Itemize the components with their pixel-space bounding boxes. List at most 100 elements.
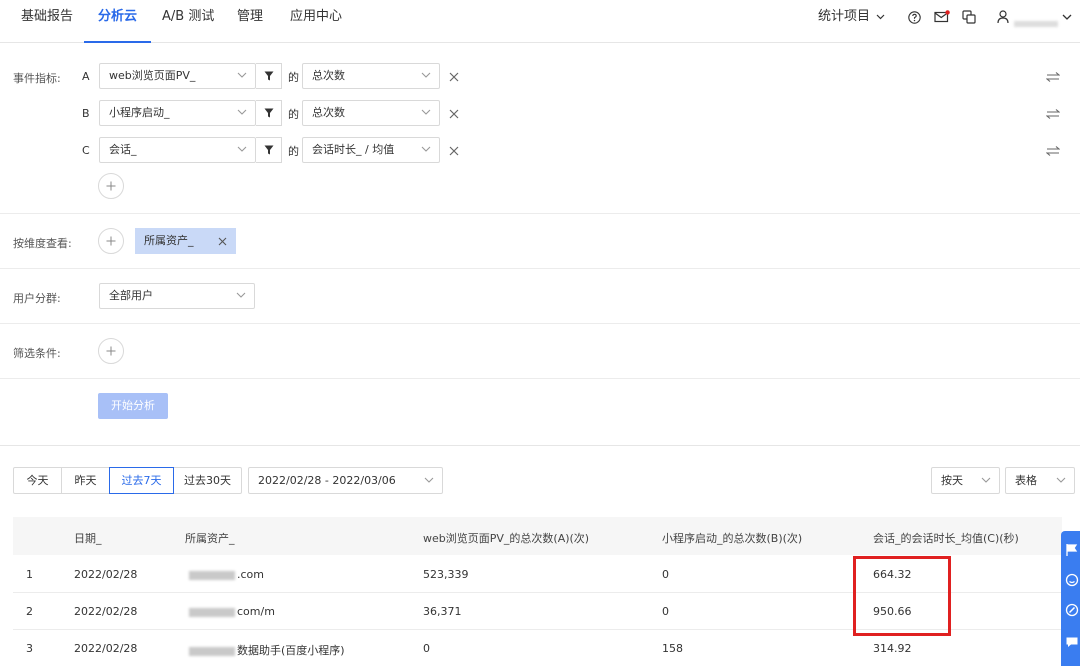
filter-label: 筛选条件: [13, 347, 61, 360]
row-index: 2 [26, 605, 33, 618]
row-value-a: 36,371 [423, 605, 462, 618]
section-divider [0, 378, 1080, 379]
dimension-label: 按维度查看: [13, 237, 72, 250]
section-divider [0, 323, 1080, 324]
column-header-date[interactable]: 日期_ [74, 530, 102, 546]
swap-icon[interactable] [1046, 109, 1060, 119]
tab-basic-report[interactable]: 基础报告 [21, 0, 73, 43]
tab-ab-test[interactable]: A/B 测试 [162, 0, 214, 43]
project-menu[interactable]: 统计项目 [818, 0, 885, 34]
event-select[interactable]: web浏览页面PV_ [99, 63, 256, 89]
row-asset: com/m [189, 605, 275, 618]
results-divider [0, 445, 1080, 446]
connector-text: 的 [288, 108, 299, 121]
date-tab-yesterday[interactable]: 昨天 [61, 467, 110, 494]
remove-event-icon[interactable] [448, 71, 460, 83]
event-letter: B [82, 107, 90, 120]
column-header-b[interactable]: 小程序启动_的总次数(B)(次) [662, 530, 802, 546]
chevron-down-icon [421, 146, 431, 152]
filter-button[interactable] [256, 100, 282, 126]
row-date: 2022/02/28 [74, 568, 138, 581]
filter-icon [264, 108, 273, 118]
date-tab-last-7-days[interactable]: 过去7天 [109, 467, 174, 494]
metric-select[interactable]: 会话时长_ / 均值 [302, 137, 440, 163]
add-event-button[interactable] [98, 173, 124, 199]
event-metrics-label: 事件指标: [13, 72, 61, 85]
row-value-b: 0 [662, 605, 669, 618]
metric-select-value: 总次数 [312, 106, 345, 119]
column-header-c[interactable]: 会话_的会话时长_均值(C)(秒) [873, 530, 1019, 546]
metric-select[interactable]: 总次数 [302, 100, 440, 126]
dimension-chip[interactable]: 所属资产_ [135, 228, 236, 254]
metric-select-value: 总次数 [312, 69, 345, 82]
view-mode-select[interactable]: 表格 [1005, 467, 1075, 494]
filter-icon [264, 145, 273, 155]
chevron-down-icon [424, 477, 434, 483]
add-dimension-button[interactable] [98, 228, 124, 254]
row-value-a: 0 [423, 642, 430, 655]
user-icon[interactable] [996, 9, 1012, 25]
swap-icon[interactable] [1046, 146, 1060, 156]
project-menu-label: 统计项目 [818, 9, 871, 24]
row-value-b: 0 [662, 568, 669, 581]
plus-icon [106, 346, 116, 356]
event-select[interactable]: 小程序启动_ [99, 100, 256, 126]
dimension-chip-label: 所属资产_ [144, 234, 194, 247]
column-header-asset[interactable]: 所属资产_ [185, 530, 235, 546]
column-header-a[interactable]: web浏览页面PV_的总次数(A)(次) [423, 530, 589, 546]
row-asset: .com [189, 568, 264, 581]
row-asset-text: com/m [237, 605, 275, 618]
top-navigation: 基础报告 分析云 A/B 测试 管理 应用中心 统计项目 [0, 0, 1080, 43]
chevron-down-icon [421, 109, 431, 115]
remove-event-icon[interactable] [448, 108, 460, 120]
date-tab-last-30-days[interactable]: 过去30天 [173, 467, 242, 494]
row-asset-text: 数据助手(百度小程序) [237, 644, 345, 657]
add-filter-button[interactable] [98, 338, 124, 364]
row-value-b: 158 [662, 642, 683, 655]
edit-icon[interactable] [1065, 603, 1079, 617]
filter-button[interactable] [256, 137, 282, 163]
row-date: 2022/02/28 [74, 605, 138, 618]
table-header: 日期_ 所属资产_ web浏览页面PV_的总次数(A)(次) 小程序启动_的总次… [13, 517, 1062, 555]
chat-icon[interactable] [1065, 635, 1079, 649]
granularity-select[interactable]: 按天 [931, 467, 1000, 494]
segment-label: 用户分群: [13, 292, 61, 305]
segment-select[interactable]: 全部用户 [99, 283, 255, 309]
event-letter: A [82, 70, 90, 83]
row-value-c: 314.92 [873, 642, 912, 655]
flag-icon[interactable] [1065, 543, 1079, 557]
event-letter: C [82, 144, 90, 157]
swap-icon[interactable] [1046, 72, 1060, 82]
date-tab-today[interactable]: 今天 [13, 467, 62, 494]
highlight-box [853, 556, 951, 636]
chevron-down-icon[interactable] [1062, 14, 1072, 21]
smile-icon[interactable] [1065, 573, 1079, 587]
connector-text: 的 [288, 71, 299, 84]
row-date: 2022/02/28 [74, 642, 138, 655]
username-blurred [1014, 16, 1058, 30]
tab-app-center[interactable]: 应用中心 [290, 0, 342, 43]
tab-analysis-cloud[interactable]: 分析云 [83, 0, 152, 43]
tab-manage[interactable]: 管理 [237, 0, 263, 43]
date-range-picker[interactable]: 2022/02/28 - 2022/03/06 [248, 467, 443, 494]
segment-select-value: 全部用户 [109, 289, 153, 302]
row-asset: 数据助手(百度小程序) [189, 642, 345, 658]
chevron-down-icon [876, 14, 885, 20]
connector-text: 的 [288, 145, 299, 158]
close-icon[interactable] [218, 237, 227, 246]
copy-icon[interactable] [961, 9, 977, 25]
help-icon[interactable] [906, 9, 922, 25]
floating-sidebar [1061, 531, 1080, 666]
chevron-down-icon [236, 292, 246, 298]
start-analysis-button[interactable]: 开始分析 [98, 393, 168, 419]
remove-event-icon[interactable] [448, 145, 460, 157]
chevron-down-icon [237, 146, 247, 152]
row-index: 3 [26, 642, 33, 655]
metric-select[interactable]: 总次数 [302, 63, 440, 89]
event-select[interactable]: 会话_ [99, 137, 256, 163]
mail-icon[interactable] [934, 9, 950, 25]
section-divider [0, 268, 1080, 269]
event-select-value: 会话_ [109, 143, 137, 156]
filter-button[interactable] [256, 63, 282, 89]
event-select-value: 小程序启动_ [109, 106, 170, 119]
